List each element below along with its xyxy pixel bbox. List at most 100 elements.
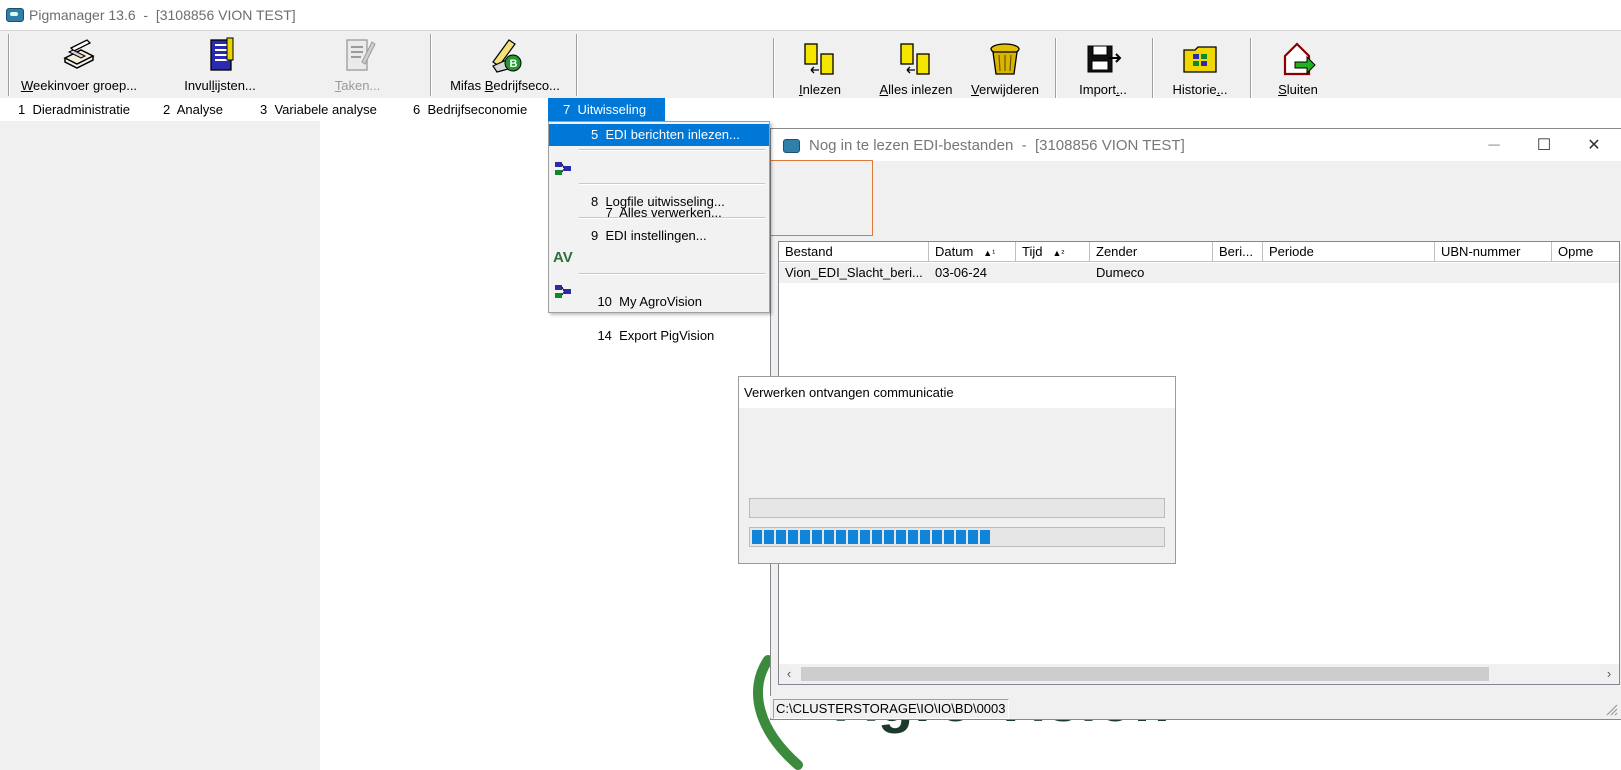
menu-separator: [579, 149, 765, 151]
cell-datum: 03-06-24: [935, 265, 988, 280]
progress-segment: [956, 530, 966, 544]
import-icon: [1087, 45, 1122, 73]
col-ubn-nummer[interactable]: UBN-nummer: [1435, 242, 1552, 262]
col-beri[interactable]: Beri...: [1213, 242, 1263, 262]
verwijderen-button[interactable]: Verwijderen: [962, 36, 1048, 102]
progress-segment: [908, 530, 918, 544]
pigmanager-app-icon: [6, 8, 24, 22]
exit-house-icon: [1283, 42, 1316, 76]
progress-bar-overall: [749, 498, 1165, 518]
table-row[interactable]: Vion_EDI_Slacht_beri... 03-06-24 Dumeco: [779, 263, 1619, 283]
menu-edi-berichten-inlezen[interactable]: 5 EDI berichten inlezen...: [549, 124, 769, 146]
minimize-icon[interactable]: ─: [1471, 135, 1517, 157]
progress-segment: [932, 530, 942, 544]
alles-inlezen-button[interactable]: Alles inlezen: [874, 36, 958, 102]
progress-segment: [920, 530, 930, 544]
progress-segment: [980, 530, 990, 544]
mifas-b-icon: B: [492, 39, 522, 73]
progress-segment: [752, 530, 762, 544]
maximize-icon[interactable]: ☐: [1521, 135, 1567, 157]
mifas-bedrijfseco-button[interactable]: B Mifas Bedrijfseco...: [440, 34, 570, 96]
taken-button[interactable]: Taken...: [300, 34, 415, 96]
history-folder-icon: [1183, 46, 1217, 73]
menu-dieradministratie[interactable]: 1 Dieradministratie: [12, 98, 136, 121]
scroll-right-icon[interactable]: ›: [1599, 664, 1619, 684]
inlezen-focus-highlight: [768, 160, 873, 236]
toolbar-separator: [576, 34, 578, 96]
progress-segment: [776, 530, 786, 544]
progress-segment: [848, 530, 858, 544]
edi-status-bar: C:\CLUSTERSTORAGE\IO\IO\BD\0003: [770, 696, 1620, 719]
col-datum[interactable]: Datum ▲¹: [929, 242, 1016, 262]
invullijsten-button[interactable]: Invullijsten...: [160, 34, 280, 96]
progress-dialog: Verwerken ontvangen communicatie: [738, 376, 1176, 564]
menu-edi-instellingen[interactable]: 9 EDI instellingen...: [549, 225, 769, 247]
col-zender[interactable]: Zender: [1090, 242, 1213, 262]
progress-fill: [752, 530, 992, 544]
main-title-bar: Pigmanager 13.6 - [3108856 VION TEST]: [0, 0, 1621, 31]
col-periode[interactable]: Periode: [1263, 242, 1435, 262]
uitwisseling-dropdown-menu: 5 EDI berichten inlezen... 7 Alles verwe…: [548, 121, 770, 343]
toolbar-separator: [8, 34, 10, 96]
progress-segment: [800, 530, 810, 544]
progress-segment: [824, 530, 834, 544]
inlezen-button[interactable]: Inlezen: [778, 36, 862, 102]
menu-bedrijfseconomie[interactable]: 6 Bedrijfseconomie: [407, 98, 533, 121]
progress-segment: [872, 530, 882, 544]
edi-window-icon: [783, 139, 800, 153]
progress-segment: [896, 530, 906, 544]
toolbar-separator: [430, 34, 432, 96]
agrovision-icon: AV: [553, 249, 573, 266]
weekinvoer-groep-button[interactable]: Weekinvoer groep...: [14, 34, 144, 96]
close-icon[interactable]: ✕: [1571, 135, 1617, 157]
task-pen-icon: [345, 39, 376, 71]
menu-logfile-uitwisseling[interactable]: 8 Logfile uitwisseling...: [549, 191, 769, 213]
edi-window-title: Nog in te lezen EDI-bestanden - [3108856…: [809, 137, 1185, 154]
status-path: C:\CLUSTERSTORAGE\IO\IO\BD\0003: [773, 699, 1009, 719]
menu-my-agrovision[interactable]: AV 10 My AgroVision: [549, 247, 769, 309]
scrollbar-thumb[interactable]: [801, 667, 1489, 681]
grid-header: Bestand Datum ▲¹ Tijd ▲² Zender Beri... Pe…: [779, 242, 1619, 263]
sluiten-button[interactable]: Sluiten: [1255, 36, 1341, 102]
export-icon: [555, 285, 571, 298]
resize-grip-icon[interactable]: [1602, 700, 1618, 716]
process-all-icon: [555, 162, 571, 175]
svg-text:B: B: [510, 58, 518, 70]
progress-dialog-titlebar: Verwerken ontvangen communicatie: [739, 377, 1175, 408]
menu-analyse[interactable]: 2 Analyse: [157, 98, 229, 121]
col-bestand[interactable]: Bestand: [779, 242, 929, 262]
progress-segment: [968, 530, 978, 544]
menu-export-pigvision[interactable]: 14 Export PigVision: [549, 281, 769, 343]
menu-alles-verwerken[interactable]: 7 Alles verwerken...: [549, 158, 769, 220]
edi-window-titlebar: Nog in te lezen EDI-bestanden - [3108856…: [771, 129, 1621, 161]
menu-uitwisseling[interactable]: 7 Uitwisseling: [548, 98, 665, 121]
menu-separator: [579, 217, 765, 219]
main-window-title: Pigmanager 13.6 - [3108856 VION TEST]: [29, 7, 296, 23]
col-tijd[interactable]: Tijd ▲²: [1016, 242, 1090, 262]
sort-asc-icon: ▲¹: [983, 248, 996, 258]
cell-bestand: Vion_EDI_Slacht_beri...: [785, 265, 923, 280]
menu-separator: [579, 183, 765, 185]
progress-segment: [764, 530, 774, 544]
progress-segment: [860, 530, 870, 544]
read-all-icon: [900, 43, 930, 75]
menu-variabele-analyse[interactable]: 3 Variabele analyse: [254, 98, 383, 121]
clipboard-icon: [210, 37, 234, 71]
progress-segment: [884, 530, 894, 544]
col-opme[interactable]: Opme: [1552, 242, 1619, 262]
edi-toolbar-separator: [773, 38, 775, 98]
progress-segment: [944, 530, 954, 544]
cell-tijd: [1016, 263, 1090, 283]
read-files-icon: [804, 43, 834, 75]
edi-toolbar-separator: [1250, 38, 1252, 98]
trash-can-icon: [990, 43, 1020, 75]
historie-button[interactable]: Historie...: [1157, 36, 1243, 102]
menu-separator: [579, 273, 765, 275]
edi-toolbar-separator: [1055, 38, 1057, 98]
progress-bar-current: [749, 527, 1165, 547]
progress-dialog-title: Verwerken ontvangen communicatie: [744, 385, 954, 400]
progress-segment: [836, 530, 846, 544]
horizontal-scrollbar[interactable]: ‹ ›: [779, 664, 1619, 684]
import-button[interactable]: Import...: [1060, 36, 1146, 102]
scroll-left-icon[interactable]: ‹: [779, 664, 799, 684]
